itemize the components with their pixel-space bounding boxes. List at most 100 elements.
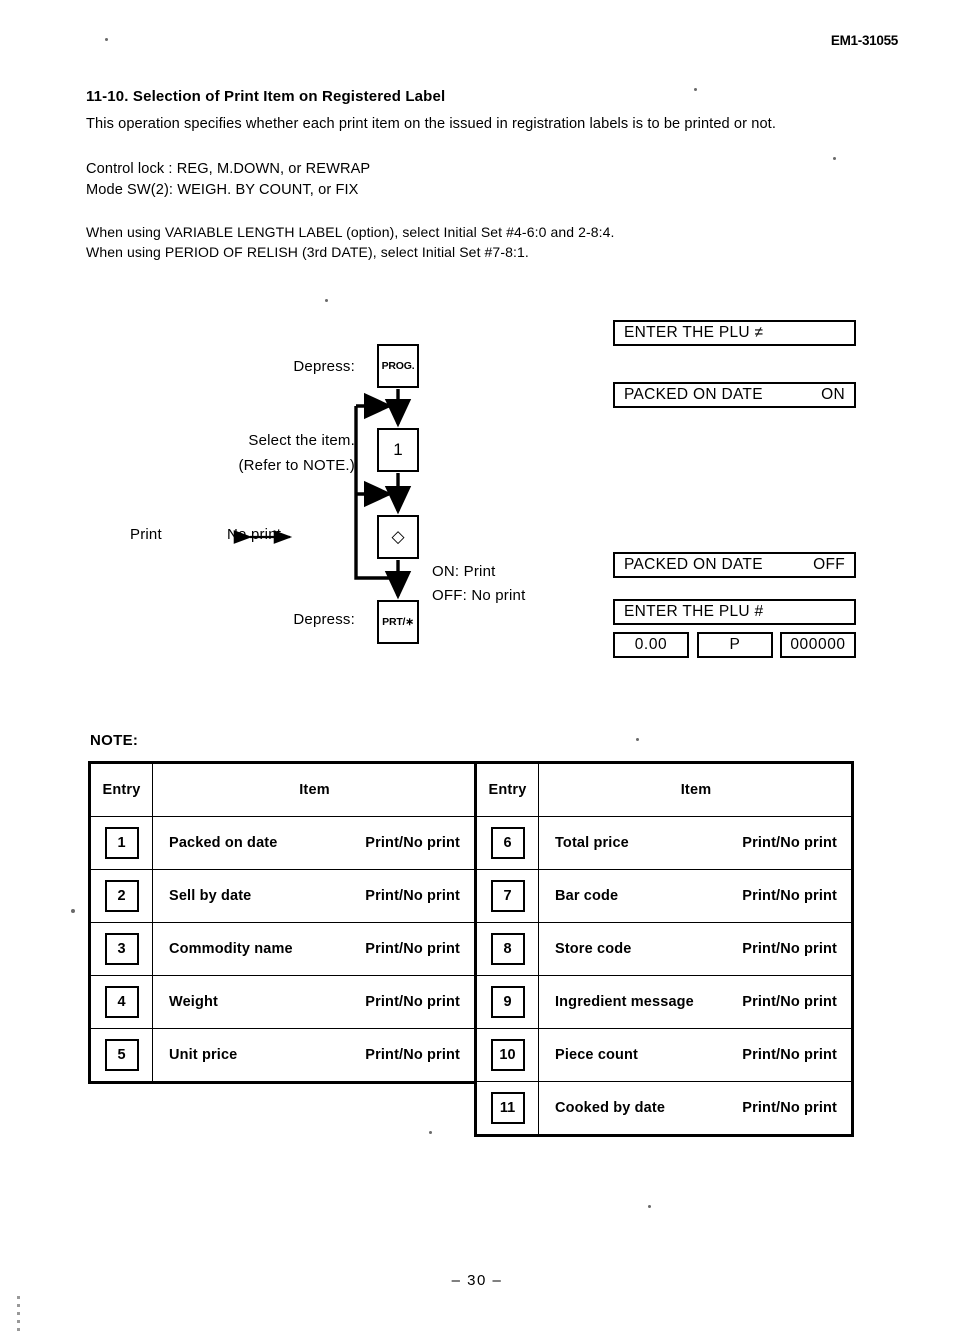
header-cell-item: Item (299, 782, 330, 798)
item-print-option: Print/No print (365, 1047, 460, 1063)
item-cell: Cooked by date Print/No print (539, 1082, 851, 1134)
entry-cell: 8 (477, 923, 539, 975)
item-name: Cooked by date (555, 1100, 666, 1116)
item-name: Piece count (555, 1047, 639, 1063)
item-cell: Sell by date Print/No print (153, 870, 474, 922)
table-header-row: Entry Item (91, 764, 474, 817)
entry-cell: 4 (91, 976, 153, 1028)
item-print-option: Print/No print (742, 1047, 837, 1063)
table-row: 1 Packed on date Print/No print (91, 817, 474, 870)
display-segment-plu: 000000 (780, 632, 856, 658)
table-row: 5 Unit price Print/No print (91, 1029, 474, 1081)
item-cell: Bar code Print/No print (539, 870, 851, 922)
display-enter-plu-1: ENTER THE PLU ≠ (613, 320, 856, 346)
display-packed-on-date-off: PACKED ON DATE OFF (613, 552, 856, 578)
entry-cell: 7 (477, 870, 539, 922)
display-packed-on-date-label-2: PACKED ON DATE (624, 556, 763, 573)
item-cell: Ingredient message Print/No print (539, 976, 851, 1028)
table-row: 9 Ingredient message Print/No print (477, 976, 851, 1029)
item-cell: Packed on date Print/No print (153, 817, 474, 869)
header-cell-entry: Entry (91, 764, 153, 816)
item-print-option: Print/No print (742, 941, 837, 957)
table-header-row: Entry Item (477, 764, 851, 817)
entry-number-box: 7 (490, 880, 525, 912)
display-segment-weight: 0.00 (613, 632, 689, 658)
item-name: Unit price (169, 1047, 238, 1063)
item-cell: Total price Print/No print (539, 817, 851, 869)
flow-legend-on-off: ON: Print OFF: No print (432, 563, 526, 604)
item-print-option: Print/No print (365, 888, 460, 904)
header-cell-entry: Entry (477, 764, 539, 816)
table-row: 2 Sell by date Print/No print (91, 870, 474, 923)
item-name: Bar code (555, 888, 619, 904)
entry-cell: 9 (477, 976, 539, 1028)
note-label: NOTE: (90, 732, 139, 749)
display-enter-plu-2: ENTER THE PLU # (613, 599, 856, 625)
entry-cell: 1 (91, 817, 153, 869)
table-row: 4 Weight Print/No print (91, 976, 474, 1029)
display-packed-on-date-value-2: OFF (813, 556, 845, 573)
display-packed-on-date-value-1: ON (821, 386, 845, 403)
item-name: Weight (169, 994, 218, 1010)
note-table-right: Entry Item 6 Total price Print/No print 7 Ba… (474, 761, 854, 1137)
display-packed-on-date-label-1: PACKED ON DATE (624, 386, 763, 403)
flow-diagram-connectors (233, 389, 412, 600)
entry-number-box: 10 (490, 1039, 525, 1071)
key-diamond[interactable]: ◇ (377, 515, 419, 559)
document-page: EM1-31055 11-10. Selection of Print Item… (0, 0, 954, 1338)
entry-cell: 2 (91, 870, 153, 922)
display-segment-mode: P (697, 632, 773, 658)
display-enter-plu-1-text: ENTER THE PLU ≠ (624, 324, 764, 341)
item-print-option: Print/No print (742, 835, 837, 851)
entry-cell: 6 (477, 817, 539, 869)
item-name: Store code (555, 941, 632, 957)
key-print-label: PRT/∗ (382, 616, 414, 628)
entry-number-box: 9 (490, 986, 525, 1018)
flow-label-select-item: Select the item. (Refer to NOTE.) (238, 432, 355, 474)
header-cell-item: Item (680, 782, 712, 798)
table-row: 11 Cooked by date Print/No print (477, 1082, 851, 1134)
key-prog-label: PROG. (381, 360, 415, 372)
item-name: Total price (555, 835, 629, 851)
item-print-option: Print/No print (365, 835, 460, 851)
table-row: 3 Commodity name Print/No print (91, 923, 474, 976)
entry-number-box: 4 (104, 986, 139, 1018)
item-cell: Unit price Print/No print (153, 1029, 474, 1081)
item-cell: Commodity name Print/No print (153, 923, 474, 975)
entry-number-box: 6 (490, 827, 525, 859)
item-name: Packed on date (169, 835, 278, 851)
key-numeric-one-label: 1 (393, 440, 403, 459)
entry-number-box: 5 (104, 1039, 139, 1071)
item-print-option: Print/No print (365, 994, 460, 1010)
entry-number-box: 8 (490, 933, 525, 965)
item-cell: Weight Print/No print (153, 976, 474, 1028)
item-print-option: Print/No print (365, 941, 460, 957)
entry-cell: 5 (91, 1029, 153, 1081)
entry-cell: 10 (477, 1029, 539, 1081)
key-print[interactable]: PRT/∗ (377, 600, 419, 644)
table-row: 8 Store code Print/No print (477, 923, 851, 976)
entry-number-box: 1 (104, 827, 139, 859)
note-table-left: Entry Item 1 Packed on date Print/No print… (88, 761, 474, 1084)
key-numeric-one[interactable]: 1 (377, 428, 419, 472)
item-name: Commodity name (169, 941, 293, 957)
table-row: 10 Piece count Print/No print (477, 1029, 851, 1082)
scan-edge-marks (17, 1296, 20, 1336)
diamond-icon: ◇ (391, 527, 405, 546)
entry-cell: 3 (91, 923, 153, 975)
display-packed-on-date-on: PACKED ON DATE ON (613, 382, 856, 408)
item-cell: Store code Print/No print (539, 923, 851, 975)
item-name: Sell by date (169, 888, 252, 904)
item-print-option: Print/No print (742, 1100, 837, 1116)
entry-number-box: 3 (104, 933, 139, 965)
key-prog[interactable]: PROG. (377, 344, 419, 388)
item-print-option: Print/No print (742, 888, 837, 904)
page-number: – 30 – (451, 1272, 503, 1289)
table-row: 6 Total price Print/No print (477, 817, 851, 870)
item-print-option: Print/No print (742, 994, 837, 1010)
flow-label-print-toggle: Print No print (130, 526, 282, 543)
flow-label-depress-prog: Depress: (293, 358, 355, 375)
entry-number-box: 2 (104, 880, 139, 912)
item-cell: Piece count Print/No print (539, 1029, 851, 1081)
entry-cell: 11 (477, 1082, 539, 1134)
